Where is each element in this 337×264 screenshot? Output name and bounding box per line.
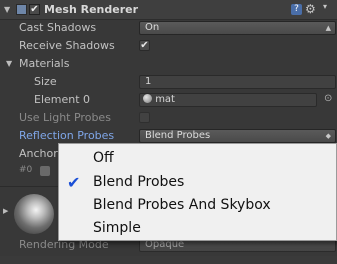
enabled-checkbox[interactable]: ✔ [29, 4, 40, 15]
menu-item-blend-probes[interactable]: ✔ Blend Probes [59, 172, 336, 194]
object-picker-icon[interactable]: ⊙ [324, 93, 332, 104]
use-light-probes-checkbox[interactable] [139, 112, 150, 123]
menu-item-off[interactable]: Off [59, 148, 336, 170]
size-label: Size [34, 75, 57, 88]
dropdown-arrow-icon: ▲ [325, 24, 331, 32]
foldout-arrow-icon[interactable]: ▼ [4, 5, 10, 14]
preview-index-label: #0 [19, 165, 33, 175]
receive-shadows-checkbox[interactable]: ✔ [139, 40, 150, 51]
menu-item-simple[interactable]: Simple [59, 218, 336, 240]
menu-item-label: Off [93, 150, 114, 166]
reflection-probes-popup-menu: Off ✔ Blend Probes Blend Probes And Skyb… [58, 143, 337, 241]
anchor-override-label: Anchor [19, 147, 58, 160]
component-title: Mesh Renderer [44, 3, 139, 16]
receive-shadows-label: Receive Shadows [19, 39, 115, 52]
element0-label: Element 0 [34, 93, 91, 106]
foldout-arrow-icon[interactable]: ▶ [3, 207, 8, 215]
size-field[interactable]: 1 [139, 75, 336, 89]
menu-item-label: Blend Probes [93, 174, 185, 190]
reflection-probes-value: Blend Probes [145, 130, 211, 141]
gear-icon[interactable]: ⚙ [305, 2, 316, 16]
reflection-probes-label: Reflection Probes [19, 129, 115, 142]
help-icon[interactable]: ? [291, 4, 302, 15]
use-light-probes-label: Use Light Probes [19, 111, 111, 124]
menu-item-blend-probes-and-skybox[interactable]: Blend Probes And Skybox [59, 195, 336, 217]
next-row-strip [0, 256, 337, 264]
mesh-renderer-icon [16, 4, 27, 15]
cast-shadows-value: On [145, 22, 160, 33]
menu-item-label: Simple [93, 220, 141, 236]
preview-thumb-icon [40, 166, 50, 176]
element0-value: mat [155, 94, 175, 105]
materials-label: Materials [19, 57, 70, 70]
cast-shadows-dropdown[interactable]: On ▲ [139, 21, 336, 35]
element0-object-field[interactable]: mat [139, 93, 317, 107]
material-preview-sphere [14, 194, 54, 234]
menu-icon[interactable]: ▾ [323, 2, 327, 11]
component-header: ▼ ✔ Mesh Renderer ? ⚙ ▾ [0, 0, 337, 20]
dropdown-arrow-icon: ◆ [325, 132, 331, 140]
reflection-probes-dropdown[interactable]: Blend Probes ◆ [139, 129, 336, 143]
checkmark-icon: ✔ [67, 173, 81, 192]
material-icon [143, 94, 152, 103]
materials-foldout-icon[interactable]: ▼ [6, 59, 12, 68]
menu-item-label: Blend Probes And Skybox [93, 197, 271, 213]
cast-shadows-label: Cast Shadows [19, 21, 97, 34]
